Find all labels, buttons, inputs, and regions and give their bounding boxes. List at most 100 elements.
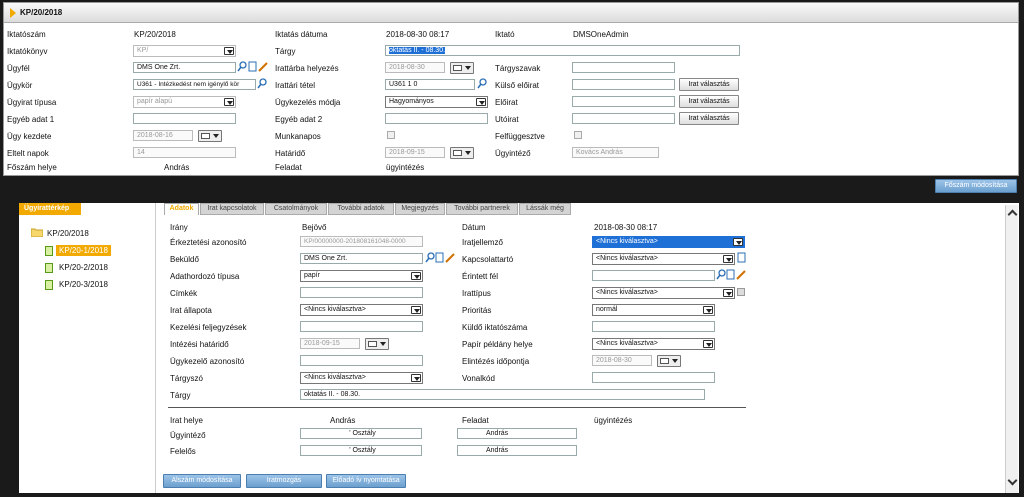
hatarido-field[interactable]: 2018-09-15 bbox=[385, 147, 445, 158]
tab-megjegyzes[interactable]: Megjegyzés bbox=[395, 203, 445, 215]
label-eltelt-napok: Eltelt napok bbox=[7, 149, 49, 158]
egyeb-adat-2-field[interactable] bbox=[385, 113, 488, 124]
ugyfel-field[interactable]: DMS One Zrt. bbox=[133, 62, 236, 73]
edit-pencil-icon[interactable] bbox=[445, 252, 455, 265]
document-icon[interactable] bbox=[726, 269, 735, 282]
search-icon[interactable] bbox=[477, 78, 487, 91]
document-icon[interactable] bbox=[737, 252, 746, 265]
scroll-down-icon[interactable] bbox=[1007, 475, 1018, 486]
tab-tovabbi-partnerek[interactable]: További partnerek bbox=[446, 203, 518, 215]
adathordozo-value: papír bbox=[304, 272, 320, 279]
label-datum: Dátum bbox=[462, 223, 486, 232]
edit-pencil-icon[interactable] bbox=[736, 269, 746, 282]
scroll-up-icon[interactable] bbox=[1007, 209, 1018, 220]
iratmozgas-button[interactable]: Iratmozgás bbox=[246, 474, 322, 488]
tab-irat-kapcsolatok[interactable]: Irat kapcsolatok bbox=[200, 203, 264, 215]
value-iktato: DMSOneAdmin bbox=[573, 30, 629, 39]
search-icon[interactable] bbox=[237, 61, 247, 74]
info-icon[interactable] bbox=[737, 288, 745, 298]
label-kapcsolattarto: Kapcsolattartó bbox=[462, 255, 514, 264]
irat-valasztas-button-2[interactable]: Irat választás bbox=[679, 95, 739, 108]
calendar-icon[interactable] bbox=[198, 130, 222, 142]
papir-peldany-value: <Nincs kiválasztva> bbox=[596, 340, 658, 347]
document-icon[interactable] bbox=[435, 252, 444, 265]
tree-item-selected[interactable]: KP/20-1/2018 bbox=[56, 245, 111, 256]
targy-field[interactable]: oktatás II. - 08.30. bbox=[385, 45, 740, 56]
value-iktatas-datuma: 2018-08-30 08:17 bbox=[386, 30, 450, 39]
ugy-kezdete-field[interactable]: 2018-08-16 bbox=[133, 130, 193, 141]
calendar-icon[interactable] bbox=[450, 62, 474, 74]
chevron-down-icon bbox=[703, 306, 713, 314]
document-icon[interactable] bbox=[248, 61, 257, 74]
irattarba-helyezes-field[interactable]: 2018-08-30 bbox=[385, 62, 445, 73]
tab-tovabbi-adatok[interactable]: További adatok bbox=[328, 203, 394, 215]
tree-item[interactable]: KP/20-2/2018 bbox=[59, 263, 108, 272]
calendar-icon[interactable] bbox=[450, 147, 474, 159]
tree-item[interactable]: KP/20-3/2018 bbox=[59, 280, 108, 289]
chevron-down-icon bbox=[380, 342, 386, 346]
label-egyeb-adat-2: Egyéb adat 2 bbox=[275, 115, 323, 124]
label-hatarido: Határidő bbox=[275, 149, 306, 158]
value-irat-helye: András bbox=[330, 416, 356, 425]
irat-allapota-select[interactable]: <Nincs kiválasztva> bbox=[300, 304, 423, 316]
intezesi-hatarido-field[interactable]: 2018-09-15 bbox=[300, 338, 360, 349]
eloirat-field[interactable] bbox=[572, 96, 675, 107]
label-irattarba-helyezes: Irattárba helyezés bbox=[275, 64, 339, 73]
search-icon[interactable] bbox=[716, 269, 726, 282]
targyszo-select[interactable]: <Nincs kiválasztva> bbox=[300, 372, 423, 384]
value-feladat: ügyintézés bbox=[386, 163, 425, 172]
tab-csatolmanyok[interactable]: Csatolmányok bbox=[265, 203, 327, 215]
tree-root[interactable]: KP/20/2018 bbox=[47, 229, 89, 238]
tab-ugyiratterkep[interactable]: Ügyirattérkép bbox=[19, 203, 81, 215]
label-feladat: Feladat bbox=[275, 163, 302, 172]
alszam-modositasa-button[interactable]: Alszám módosítása bbox=[163, 474, 241, 488]
edit-pencil-icon[interactable] bbox=[258, 61, 268, 74]
search-icon[interactable] bbox=[257, 78, 267, 91]
felfuggesztve-checkbox[interactable] bbox=[574, 131, 582, 139]
calendar-grid-icon bbox=[660, 358, 669, 364]
calendar-icon[interactable] bbox=[365, 338, 389, 350]
eloado-iv-nyomtatasa-button[interactable]: Előadó ív nyomtatása bbox=[326, 474, 406, 488]
chevron-down-icon bbox=[411, 374, 421, 382]
ugyintezo-field: Kovács András bbox=[572, 147, 659, 158]
ugykor-field[interactable]: U361 - Intézkedést nem igénylő kör bbox=[133, 79, 256, 90]
folder-icon bbox=[30, 228, 44, 239]
felelos-osztaly-field: ' Osztály bbox=[300, 445, 422, 456]
label-irat-allapota: Irat állapota bbox=[170, 306, 212, 315]
erintett-fel-field[interactable] bbox=[592, 270, 715, 281]
kulso-eloirat-field[interactable] bbox=[572, 79, 675, 90]
ugyirat-tipusa-select[interactable]: papír alapú bbox=[133, 96, 236, 108]
chevron-down-icon bbox=[672, 359, 678, 363]
irat-valasztas-button-1[interactable]: Irat választás bbox=[679, 78, 739, 91]
tab-adatok[interactable]: Adatok bbox=[164, 203, 199, 215]
foszam-modositasa-button[interactable]: Főszám módosítása bbox=[935, 179, 1017, 193]
kapcsolattarto-select[interactable]: <Nincs kiválasztva> bbox=[592, 253, 735, 265]
vertical-scrollbar[interactable] bbox=[1005, 205, 1018, 493]
bekuldo-field[interactable]: DMS One Zrt. bbox=[300, 253, 423, 264]
label-foszam-helye: Főszám helye bbox=[7, 163, 57, 172]
ugykezeles-modja-select[interactable]: Hagyományos bbox=[385, 96, 488, 108]
title-arrow-icon bbox=[10, 8, 16, 18]
targy-field-2[interactable]: oktatás II. - 08.30. bbox=[300, 389, 705, 400]
kezelesi-feljegyzesek-field[interactable] bbox=[300, 321, 423, 332]
irattari-tetel-field[interactable]: U361 1 0 bbox=[385, 79, 475, 90]
utoirat-field[interactable] bbox=[572, 113, 675, 124]
tab-lassak-meg[interactable]: Lássák még bbox=[519, 203, 571, 215]
iratjellemzo-select[interactable]: <Nincs kiválasztva> bbox=[592, 236, 745, 248]
munkanapos-checkbox[interactable] bbox=[387, 131, 395, 139]
elintezes-idopontja-field[interactable]: 2018-08-30 bbox=[592, 355, 652, 366]
irattipus-select[interactable]: <Nincs kiválasztva> bbox=[592, 287, 735, 299]
search-icon[interactable] bbox=[425, 252, 435, 265]
egyeb-adat-1-field[interactable] bbox=[133, 113, 236, 124]
adathordozo-tipusa-select[interactable]: papír bbox=[300, 270, 423, 282]
irat-valasztas-button-3[interactable]: Irat választás bbox=[679, 112, 739, 125]
targyszavak-field[interactable] bbox=[572, 62, 675, 73]
ugykezelo-azonosito-field[interactable] bbox=[300, 355, 423, 366]
prioritas-select[interactable]: normál bbox=[592, 304, 715, 316]
kuldo-iktatoszama-field[interactable] bbox=[592, 321, 715, 332]
iktatokonyv-select[interactable]: KP/ bbox=[133, 45, 236, 57]
cimkek-field[interactable] bbox=[300, 287, 423, 298]
vonalkod-field[interactable] bbox=[592, 372, 715, 383]
papir-peldany-helye-select[interactable]: <Nincs kiválasztva> bbox=[592, 338, 715, 350]
calendar-icon[interactable] bbox=[657, 355, 681, 367]
